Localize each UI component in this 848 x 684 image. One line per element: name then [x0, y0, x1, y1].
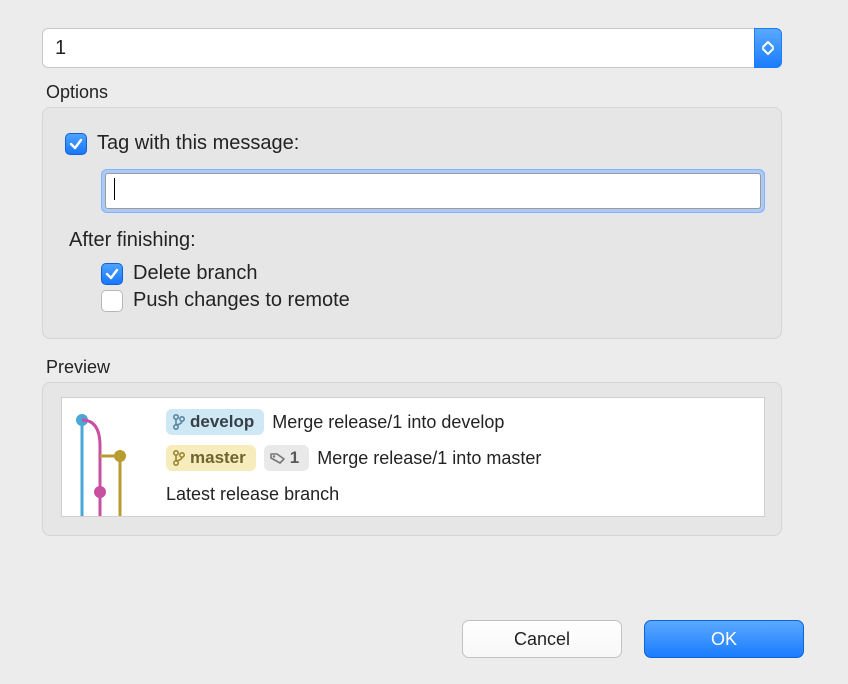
check-icon: [69, 137, 83, 151]
preview-row-text: Merge release/1 into develop: [272, 412, 504, 433]
delete-branch-label: Delete branch: [133, 262, 258, 285]
chip-label: 1: [290, 448, 299, 468]
preview-row-text: Latest release branch: [166, 484, 339, 505]
preview-section-label: Preview: [46, 357, 808, 378]
button-label: Cancel: [514, 629, 570, 650]
preview-row: Latest release branch: [166, 476, 760, 512]
commit-graph-icon: [62, 398, 162, 516]
text-caret: [114, 178, 115, 200]
push-remote-row: Push changes to remote: [101, 289, 759, 312]
branch-chip-develop: develop: [166, 409, 264, 435]
options-section-label: Options: [46, 82, 808, 103]
preview-row: master 1 Merge release/1 into master: [166, 440, 760, 476]
after-finishing-label: After finishing:: [69, 229, 759, 252]
delete-branch-row: Delete branch: [101, 262, 759, 285]
preview-row-text: Merge release/1 into master: [317, 448, 541, 469]
dialog-buttons: Cancel OK: [462, 620, 804, 658]
release-select[interactable]: 1: [42, 28, 782, 68]
release-select-value: 1: [42, 28, 754, 68]
cancel-button[interactable]: Cancel: [462, 620, 622, 658]
preview-group: develop Merge release/1 into develop mas…: [42, 382, 782, 536]
check-icon: [105, 267, 119, 281]
preview-canvas: develop Merge release/1 into develop mas…: [61, 397, 765, 517]
tag-icon: [270, 451, 286, 465]
chip-label: master: [190, 448, 246, 468]
preview-rows: develop Merge release/1 into develop mas…: [166, 404, 760, 512]
tag-message-row: Tag with this message:: [65, 132, 759, 155]
tag-message-label: Tag with this message:: [97, 132, 299, 155]
chevron-up-icon: [762, 40, 774, 48]
ok-button[interactable]: OK: [644, 620, 804, 658]
branch-icon: [172, 414, 186, 430]
tag-message-checkbox[interactable]: [65, 133, 87, 155]
finish-release-dialog: 1 Options Tag with this message: After f…: [0, 0, 848, 684]
chevron-down-icon: [762, 48, 774, 56]
options-group: Tag with this message: After finishing: …: [42, 107, 782, 339]
push-remote-label: Push changes to remote: [133, 289, 350, 312]
release-select-stepper[interactable]: [754, 28, 782, 68]
tag-message-input-focus-ring: [101, 169, 765, 213]
button-label: OK: [711, 629, 737, 650]
push-remote-checkbox[interactable]: [101, 290, 123, 312]
chip-label: develop: [190, 412, 254, 432]
tag-chip: 1: [264, 445, 309, 471]
tag-message-input[interactable]: [105, 173, 761, 209]
preview-row: develop Merge release/1 into develop: [166, 404, 760, 440]
branch-chip-master: master: [166, 445, 256, 471]
branch-icon: [172, 450, 186, 466]
delete-branch-checkbox[interactable]: [101, 263, 123, 285]
